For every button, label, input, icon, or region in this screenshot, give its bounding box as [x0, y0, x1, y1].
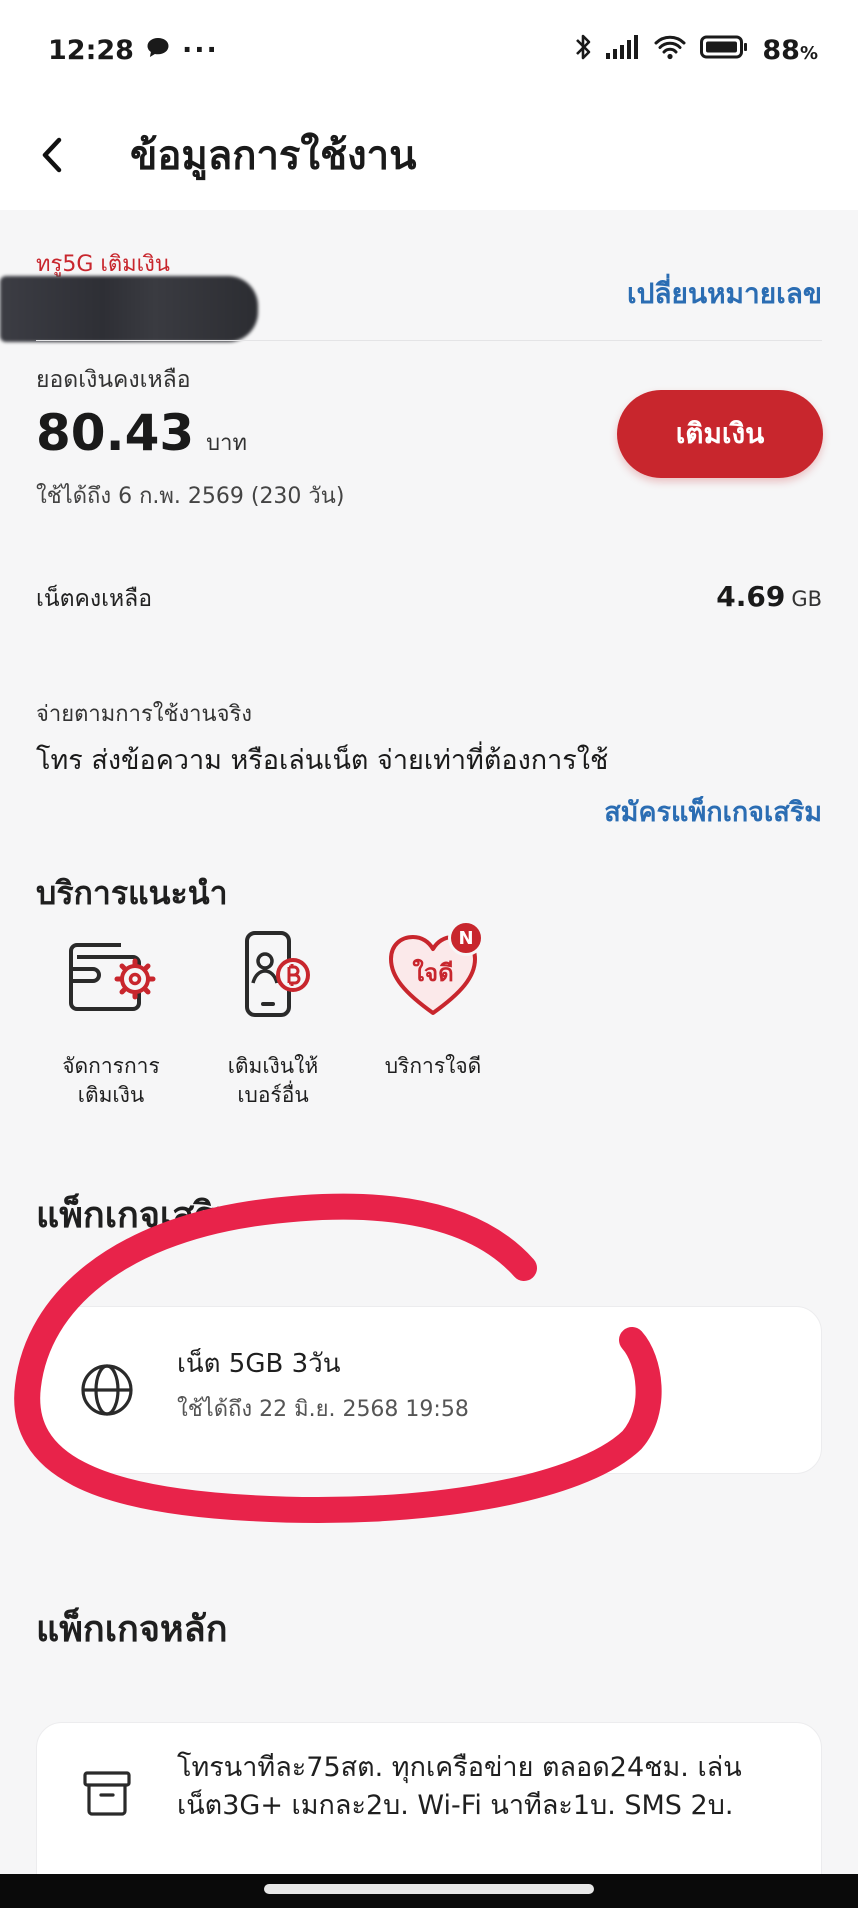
- topup-button[interactable]: เติมเงิน: [617, 390, 823, 478]
- data-remaining-row: เน็ตคงเหลือ 4.69 GB: [36, 580, 822, 617]
- signal-icon: [606, 34, 640, 66]
- balance-unit: บาท: [206, 431, 247, 456]
- status-left: 12:28 ···: [48, 35, 219, 66]
- app-bar: ข้อมูลการใช้งาน: [0, 100, 858, 210]
- subscribe-addon-link[interactable]: สมัครแพ็กเกจเสริม: [604, 790, 822, 833]
- chevron-left-icon: [42, 137, 62, 173]
- divider: [36, 340, 822, 341]
- addon-package-card[interactable]: เน็ต 5GB 3วัน ใช้ได้ถึง 22 มิ.ย. 2568 19…: [36, 1306, 822, 1474]
- wifi-icon: [654, 34, 686, 67]
- main-packages-title: แพ็กเกจหลัก: [36, 1609, 228, 1650]
- data-remaining-value: 4.69: [716, 580, 786, 613]
- jaidee-heart-icon: ใจดี N: [378, 920, 488, 1030]
- jaidee-icon-text: ใจดี: [412, 958, 453, 987]
- data-remaining-amount: 4.69 GB: [716, 580, 822, 613]
- main-package-description: โทรนาทีละ75สต. ทุกเครือข่าย ตลอด24ชม. เล…: [177, 1752, 742, 1822]
- battery-percent: 88%: [762, 34, 818, 66]
- phone-baht-icon: [218, 920, 328, 1030]
- service-label: บริการใจดี: [384, 1054, 482, 1078]
- balance-value: 80.43: [36, 404, 195, 462]
- data-remaining-label: เน็ตคงเหลือ: [36, 586, 153, 612]
- new-badge: N: [448, 920, 484, 956]
- page-title: ข้อมูลการใช้งาน: [130, 133, 417, 179]
- back-button[interactable]: [32, 125, 72, 185]
- service-label: เติมเงินให้ เบอร์อื่น: [227, 1054, 319, 1108]
- service-jaidee[interactable]: ใจดี N บริการใจดี: [358, 920, 508, 1081]
- service-label: จัดการการ เติมเงิน: [62, 1054, 160, 1108]
- archive-box-icon: [83, 1771, 131, 1816]
- more-notifications-icon: ···: [181, 34, 219, 66]
- payg-label: จ่ายตามการใช้งานจริง: [36, 702, 253, 727]
- data-remaining-unit: GB: [791, 587, 822, 611]
- service-manage-topup[interactable]: จัดการการ เติมเงิน: [36, 920, 186, 1111]
- home-gesture-handle[interactable]: [264, 1884, 594, 1894]
- wallet-gear-icon: [56, 920, 166, 1030]
- bluetooth-icon: [574, 32, 592, 69]
- addon-packages-title: แพ็กเกจเสริม: [36, 1195, 238, 1236]
- balance-valid-until: ใช้ได้ถึง 6 ก.พ. 2569 (230 วัน): [36, 484, 345, 509]
- payg-description: โทร ส่งข้อความ หรือเล่นเน็ต จ่ายเท่าที่ต…: [36, 745, 609, 776]
- service-topup-other-number[interactable]: เติมเงินให้ เบอร์อื่น: [198, 920, 348, 1111]
- status-right: 88%: [574, 32, 818, 69]
- clock: 12:28: [48, 34, 134, 66]
- redacted-phone-number: [0, 276, 258, 342]
- globe-icon: [81, 1364, 133, 1416]
- change-number-link[interactable]: เปลี่ยนหมายเลข: [627, 272, 822, 316]
- addon-package-name: เน็ต 5GB 3วัน: [177, 1349, 341, 1379]
- battery-icon: [700, 35, 748, 66]
- recommended-title: บริการแนะนำ: [36, 874, 228, 912]
- system-nav-bar: [0, 1874, 858, 1908]
- addon-package-valid-until: ใช้ได้ถึง 22 มิ.ย. 2568 19:58: [177, 1397, 469, 1422]
- recommended-services: จัดการการ เติมเงิน เติมเงินให้ เบอร์อื่น…: [36, 920, 516, 1120]
- chat-bubble-icon: [146, 35, 170, 66]
- status-bar: 12:28 ··· 88%: [0, 0, 858, 100]
